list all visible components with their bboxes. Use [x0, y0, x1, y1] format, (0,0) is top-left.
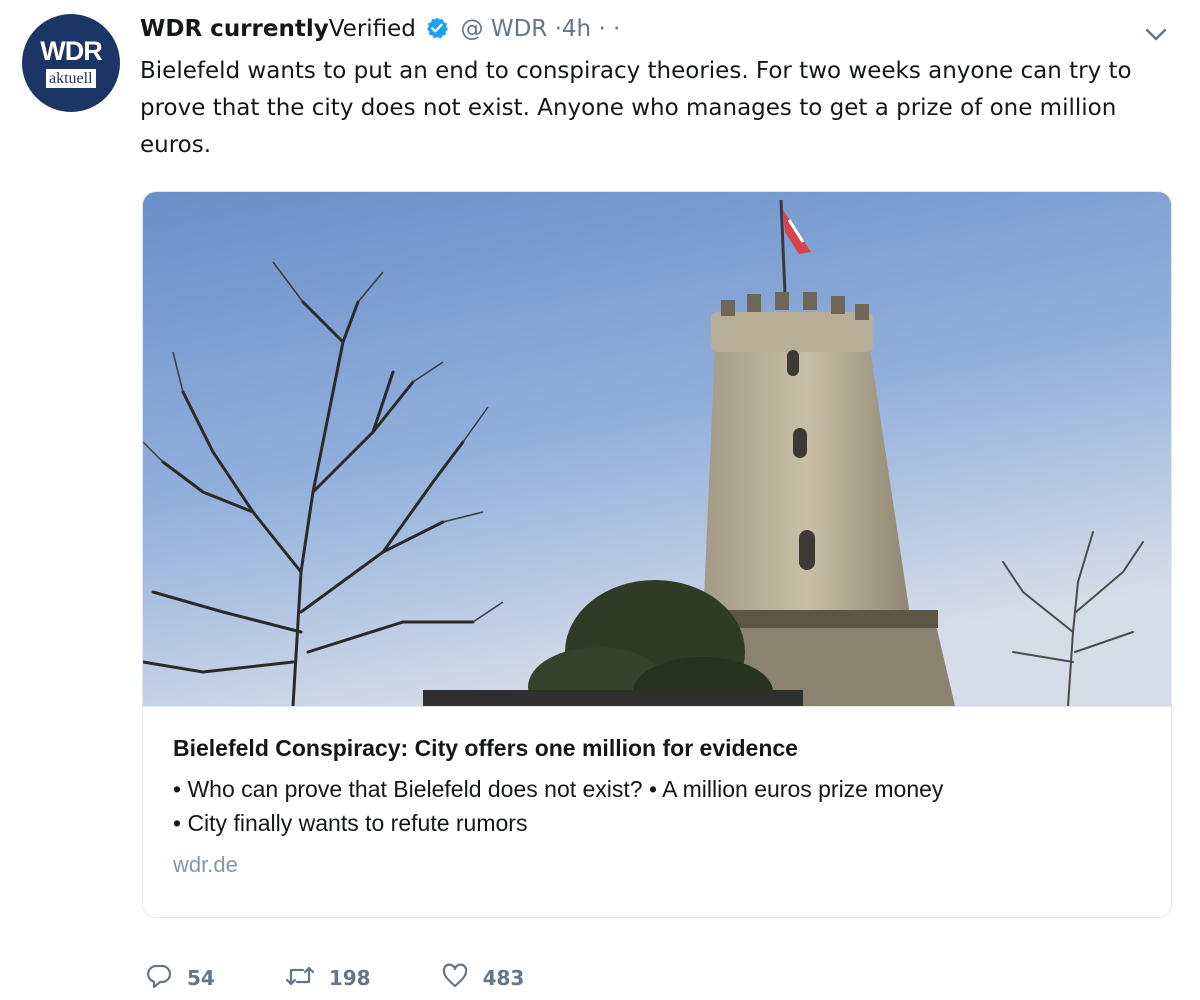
retweet-icon: [285, 962, 315, 994]
card-description-line: • Who can prove that Bielefeld does not …: [173, 776, 944, 802]
retweet-button[interactable]: 198: [285, 962, 371, 994]
heart-icon: [441, 962, 469, 994]
timestamp[interactable]: ·4h: [555, 16, 592, 42]
card-description-line: • City finally wants to refute rumors: [173, 810, 528, 836]
card-title[interactable]: Bielefeld Conspiracy: City offers one mi…: [173, 732, 1151, 764]
link-card[interactable]: Bielefeld Conspiracy: City offers one mi…: [142, 191, 1172, 918]
like-count: 483: [482, 966, 525, 990]
retweet-count: 198: [328, 966, 371, 990]
display-name[interactable]: WDR currently: [140, 16, 329, 42]
handle[interactable]: @ WDR: [461, 16, 548, 42]
tweet-actions: 54 198 483: [145, 958, 594, 998]
like-button[interactable]: 483: [441, 962, 525, 994]
tweet-header: WDR currentlyVerified @ WDR ·4h · ·: [140, 12, 620, 50]
reply-button[interactable]: 54: [145, 962, 215, 994]
avatar[interactable]: WDR aktuell: [22, 14, 120, 112]
more-dots: · ·: [598, 16, 621, 42]
card-image[interactable]: [143, 192, 1171, 727]
card-description: • Who can prove that Bielefeld does not …: [173, 772, 1151, 840]
tweet-text: Bielefeld wants to put an end to conspir…: [140, 58, 1132, 158]
reply-icon: [145, 962, 173, 994]
card-domain[interactable]: wdr.de: [173, 852, 1151, 878]
verified-badge-icon: [425, 16, 449, 50]
avatar-logo-text: WDR: [40, 36, 102, 66]
verified-label: Verified: [328, 16, 416, 42]
reply-count: 54: [187, 966, 215, 990]
avatar-logo-subtext: aktuell: [46, 69, 96, 88]
chevron-down-icon[interactable]: [1142, 20, 1170, 48]
card-body: Bielefeld Conspiracy: City offers one mi…: [173, 732, 1151, 878]
